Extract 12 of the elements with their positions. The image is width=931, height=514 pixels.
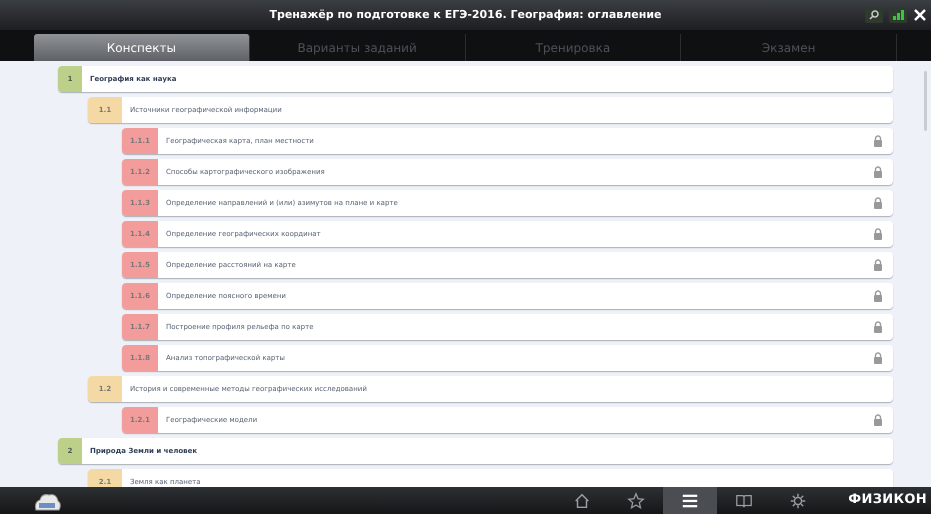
search-icon[interactable] [865,7,883,23]
window-title: Тренажёр по подготовке к ЕГЭ-2016. География: оглавление [268,6,663,23]
home-icon [573,492,591,510]
tab[interactable]: Конспекты [34,34,250,61]
scrollbar[interactable] [924,71,927,131]
close-icon[interactable] [913,8,927,22]
brand-logo: ФИЗИКОН [848,492,927,508]
signal-icon[interactable] [889,7,907,23]
gear-icon [789,492,807,510]
menu-icon [681,492,699,510]
nav-button[interactable] [663,487,717,514]
star-icon [627,492,645,510]
